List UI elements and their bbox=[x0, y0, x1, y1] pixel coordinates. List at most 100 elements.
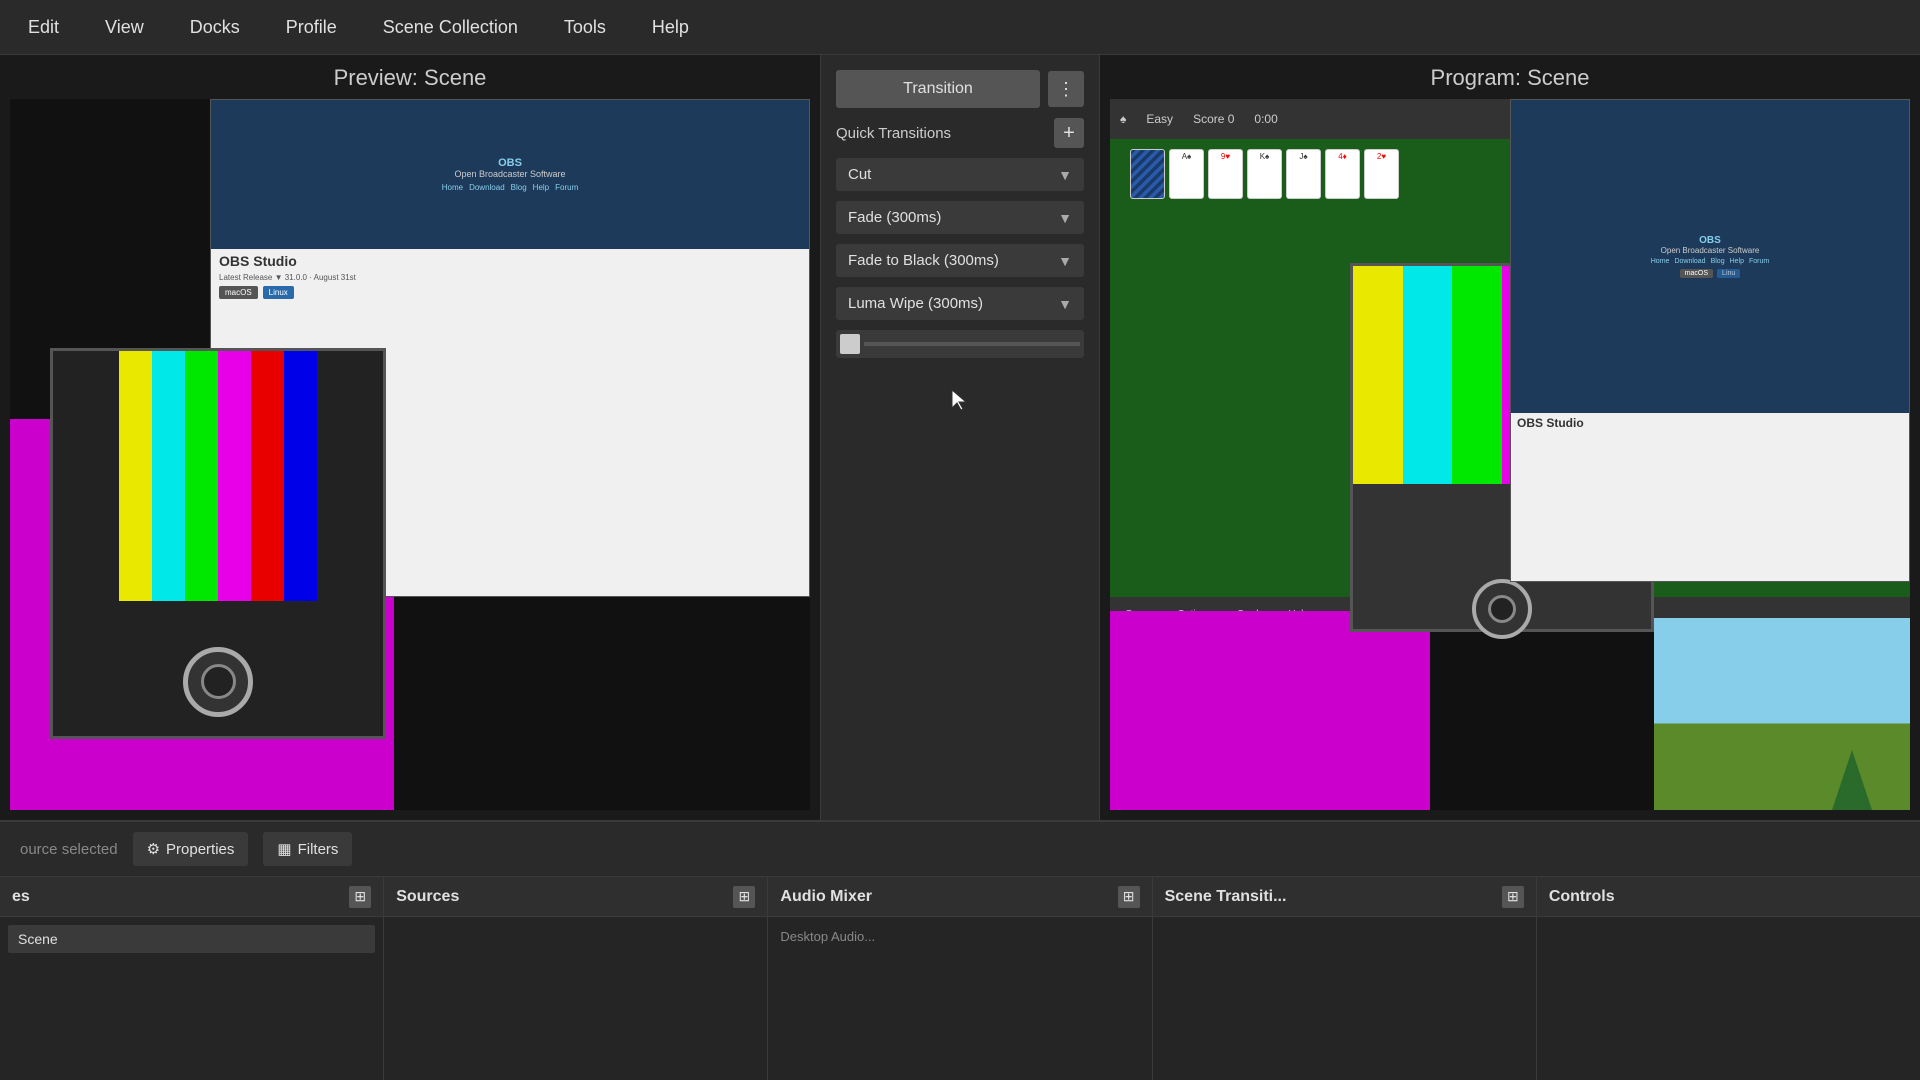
menu-view[interactable]: View bbox=[97, 13, 152, 42]
dock-panels: es ⊞ Scene Sources ⊞ Audio Mixer ⊞ Deskt… bbox=[0, 877, 1920, 1080]
preview-obs-logo-area bbox=[50, 348, 386, 739]
program-canvas[interactable]: ♠ Easy Score 0 0:00 Open Broadcaster Sof… bbox=[1110, 99, 1910, 810]
cut-label: Cut bbox=[848, 166, 871, 183]
bar-green bbox=[185, 351, 218, 601]
obs-circle-logo bbox=[183, 647, 253, 717]
sources-dock-icon[interactable]: ⊞ bbox=[733, 886, 755, 908]
solitaire-time-label: 0:00 bbox=[1254, 112, 1277, 126]
luma-wipe-dropdown[interactable]: Luma Wipe (300ms) ▼ bbox=[836, 287, 1084, 320]
filters-button[interactable]: ▦ Filters bbox=[263, 832, 352, 866]
audio-dock: Audio Mixer ⊞ Desktop Audio... bbox=[768, 877, 1152, 1080]
menu-docks[interactable]: Docks bbox=[182, 13, 248, 42]
menu-edit[interactable]: Edit bbox=[20, 13, 67, 42]
audio-dock-content: Desktop Audio... bbox=[768, 917, 1151, 1080]
preview-title: Preview: Scene bbox=[10, 65, 810, 91]
controls-dock: Controls bbox=[1537, 877, 1920, 1080]
transition-button[interactable]: Transition bbox=[836, 70, 1040, 108]
menu-scene-collection[interactable]: Scene Collection bbox=[375, 13, 526, 42]
properties-button[interactable]: ⚙ Properties bbox=[133, 832, 249, 866]
program-title: Program: Scene bbox=[1110, 65, 1910, 91]
fade-to-black-label: Fade to Black (300ms) bbox=[848, 252, 999, 269]
slider-thumb bbox=[840, 334, 860, 354]
sources-dock-header: Sources ⊞ bbox=[384, 877, 767, 917]
fade-label: Fade (300ms) bbox=[848, 209, 941, 226]
controls-dock-title: Controls bbox=[1549, 888, 1615, 906]
scenes-dock-header: es ⊞ bbox=[0, 877, 383, 917]
menu-help[interactable]: Help bbox=[644, 13, 697, 42]
sources-dock-title: Sources bbox=[396, 888, 459, 906]
transition-slider[interactable] bbox=[836, 330, 1084, 358]
scenes-dock: es ⊞ Scene bbox=[0, 877, 384, 1080]
audio-desktop-label: Desktop Audio... bbox=[776, 925, 1143, 948]
scene-transitions-dock-content bbox=[1153, 917, 1536, 1080]
preview-canvas[interactable]: OBS Open Broadcaster Software Home Downl… bbox=[10, 99, 810, 810]
add-quick-transition-button[interactable]: + bbox=[1054, 118, 1084, 148]
sources-dock-content bbox=[384, 917, 767, 1080]
color-bars bbox=[119, 351, 317, 601]
main-area: Preview: Scene OBS Open Broadcaster Soft… bbox=[0, 55, 1920, 820]
fade-chevron: ▼ bbox=[1058, 210, 1072, 226]
scene-transitions-dock-title: Scene Transiti... bbox=[1165, 888, 1287, 906]
landscape-tree bbox=[1832, 750, 1872, 810]
program-panel: Program: Scene ♠ Easy Score 0 0:00 Open … bbox=[1100, 55, 1920, 820]
card-4: 4♦ bbox=[1325, 149, 1360, 199]
cursor-icon bbox=[948, 388, 972, 412]
solitaire-score-label: Score 0 bbox=[1193, 112, 1234, 126]
bar-blue bbox=[284, 351, 317, 601]
quick-transitions-label: Quick Transitions bbox=[836, 125, 951, 142]
fade-dropdown[interactable]: Fade (300ms) ▼ bbox=[836, 201, 1084, 234]
bar-magenta bbox=[218, 351, 251, 601]
cut-dropdown[interactable]: Cut ▼ bbox=[836, 158, 1084, 191]
audio-dock-title: Audio Mixer bbox=[780, 888, 872, 906]
menu-bar: Edit View Docks Profile Scene Collection… bbox=[0, 0, 1920, 55]
obs-website-header: OBS Open Broadcaster Software Home Downl… bbox=[211, 100, 809, 249]
program-purple-bg bbox=[1110, 611, 1430, 810]
card-jack-spades: J♠ bbox=[1286, 149, 1321, 199]
quick-transitions-row: Quick Transitions + bbox=[836, 118, 1084, 148]
filter-icon: ▦ bbox=[277, 840, 291, 858]
gear-icon: ⚙ bbox=[147, 840, 160, 858]
transition-menu-button[interactable]: ⋮ bbox=[1048, 71, 1084, 107]
scenes-dock-icon[interactable]: ⊞ bbox=[349, 886, 371, 908]
slider-track bbox=[864, 342, 1080, 346]
sources-dock: Sources ⊞ bbox=[384, 877, 768, 1080]
bar-red bbox=[251, 351, 284, 601]
controls-dock-header: Controls bbox=[1537, 877, 1920, 917]
preview-panel: Preview: Scene OBS Open Broadcaster Soft… bbox=[0, 55, 820, 820]
card-king-spades: K♠ bbox=[1247, 149, 1282, 199]
properties-label: Properties bbox=[166, 841, 234, 858]
scene-transitions-dock-icon[interactable]: ⊞ bbox=[1502, 886, 1524, 908]
bottom-area: ource selected ⚙ Properties ▦ Filters es… bbox=[0, 820, 1920, 1080]
scenes-dock-title: es bbox=[12, 888, 30, 906]
card-back-1 bbox=[1130, 149, 1165, 199]
menu-tools[interactable]: Tools bbox=[556, 13, 614, 42]
transition-panel: Transition ⋮ Quick Transitions + Cut ▼ F… bbox=[820, 55, 1100, 820]
bar-cyan bbox=[152, 351, 185, 601]
cut-chevron: ▼ bbox=[1058, 167, 1072, 183]
luma-wipe-label: Luma Wipe (300ms) bbox=[848, 295, 983, 312]
scene-transitions-dock: Scene Transiti... ⊞ bbox=[1153, 877, 1537, 1080]
solitaire-easy-label: Easy bbox=[1146, 112, 1173, 126]
filters-label: Filters bbox=[298, 841, 339, 858]
controls-dock-content bbox=[1537, 917, 1920, 1080]
menu-profile[interactable]: Profile bbox=[278, 13, 345, 42]
audio-dock-icon[interactable]: ⊞ bbox=[1118, 886, 1140, 908]
card-2: 2♥ bbox=[1364, 149, 1399, 199]
audio-dock-header: Audio Mixer ⊞ bbox=[768, 877, 1151, 917]
card-9: 9♥ bbox=[1208, 149, 1243, 199]
transition-header: Transition ⋮ bbox=[836, 70, 1084, 108]
obs-inner-circle bbox=[201, 664, 236, 699]
source-selected-text: ource selected bbox=[20, 841, 118, 858]
bottom-toolbar: ource selected ⚙ Properties ▦ Filters bbox=[0, 822, 1920, 877]
scene-item[interactable]: Scene bbox=[8, 925, 375, 953]
solitaire-game-icon: ♠ bbox=[1120, 112, 1126, 126]
scene-transitions-dock-header: Scene Transiti... ⊞ bbox=[1153, 877, 1536, 917]
fade-to-black-dropdown[interactable]: Fade to Black (300ms) ▼ bbox=[836, 244, 1084, 277]
program-landscape bbox=[1654, 618, 1910, 810]
fade-to-black-chevron: ▼ bbox=[1058, 253, 1072, 269]
bar-yellow bbox=[119, 351, 152, 601]
program-obs-website: OBS Open Broadcaster Software Home Downl… bbox=[1510, 99, 1910, 582]
luma-wipe-chevron: ▼ bbox=[1058, 296, 1072, 312]
card-ace-spades: A♠ bbox=[1169, 149, 1204, 199]
scenes-dock-content: Scene bbox=[0, 917, 383, 1080]
